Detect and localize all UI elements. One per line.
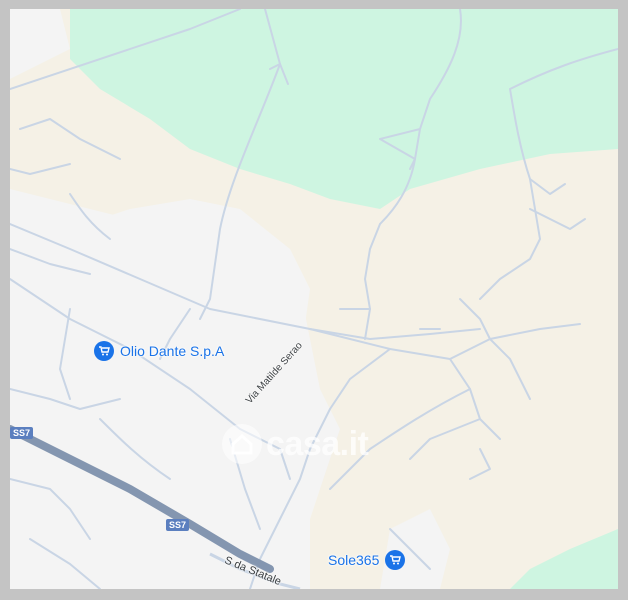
highway-shield: SS7	[166, 519, 190, 531]
poi-olio-dante[interactable]: Olio Dante S.p.A	[94, 341, 224, 361]
watermark-text: casa.it	[266, 424, 369, 463]
highway-shield: SS7	[10, 427, 34, 439]
map-canvas[interactable]: Olio Dante S.p.A Sole365 Via Matilde Ser…	[10, 9, 618, 589]
poi-label: Olio Dante S.p.A	[120, 343, 225, 359]
watermark: casa.it	[222, 424, 369, 464]
shopping-cart-icon	[385, 550, 406, 570]
poi-label: Sole365	[328, 552, 380, 568]
shopping-cart-icon	[94, 341, 114, 361]
house-icon	[222, 424, 262, 464]
map-frame: Olio Dante S.p.A Sole365 Via Matilde Ser…	[0, 0, 628, 600]
map-base	[10, 9, 618, 589]
poi-sole365[interactable]: Sole365	[328, 550, 406, 570]
